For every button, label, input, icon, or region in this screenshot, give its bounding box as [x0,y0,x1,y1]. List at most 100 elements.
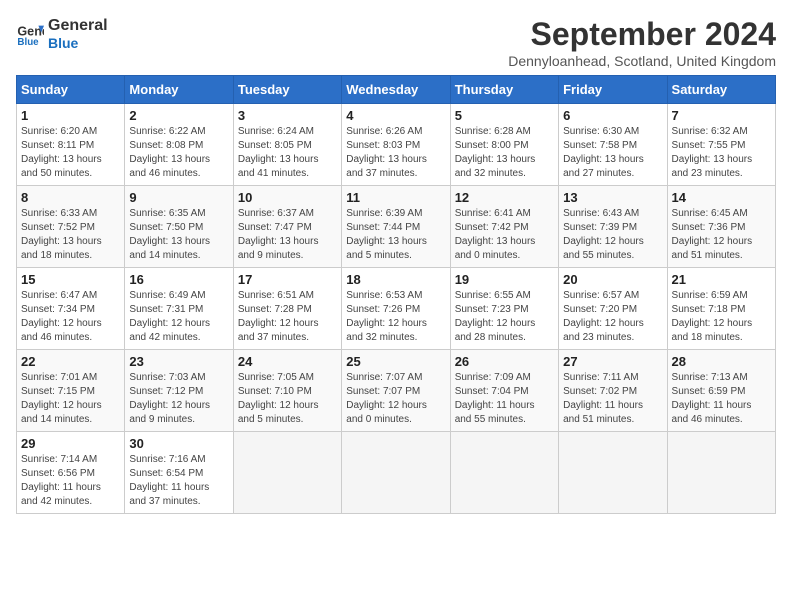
day-number: 9 [129,190,228,205]
calendar-week-row: 8 Sunrise: 6:33 AM Sunset: 7:52 PM Daylig… [17,186,776,268]
day-info: Sunrise: 7:16 AM Sunset: 6:54 PM Dayligh… [129,453,228,509]
col-header-tuesday: Tuesday [233,76,341,104]
calendar-cell: 19Sunrise: 6:55 AM Sunset: 7:23 PM Dayli… [450,268,558,350]
subtitle: Dennyloanhead, Scotland, United Kingdom [508,53,776,69]
day-number: 27 [563,354,662,369]
day-info: Sunrise: 6:26 AM Sunset: 8:03 PM Dayligh… [346,125,445,181]
calendar-cell: 18 Sunrise: 6:53 AM Sunset: 7:26 PM Dayli… [342,268,450,350]
day-number: 4 [346,108,445,123]
calendar-cell: 9 Sunrise: 6:35 AM Sunset: 7:50 PM Daylig… [125,186,233,268]
day-number: 28 [672,354,771,369]
calendar-cell: 8 Sunrise: 6:33 AM Sunset: 7:52 PM Daylig… [17,186,125,268]
calendar-cell: 1Sunrise: 6:20 AM Sunset: 8:11 PM Daylig… [17,104,125,186]
day-info: Sunrise: 6:43 AM Sunset: 7:39 PM Dayligh… [563,207,662,263]
calendar-week-row: 1Sunrise: 6:20 AM Sunset: 8:11 PM Daylig… [17,104,776,186]
day-info: Sunrise: 6:55 AM Sunset: 7:23 PM Dayligh… [455,289,554,345]
day-number: 22 [21,354,120,369]
day-info: Sunrise: 6:51 AM Sunset: 7:28 PM Dayligh… [238,289,337,345]
calendar-cell: 20 Sunrise: 6:57 AM Sunset: 7:20 PM Dayli… [559,268,667,350]
calendar-cell: 24Sunrise: 7:05 AM Sunset: 7:10 PM Dayli… [233,350,341,432]
calendar-cell: 21 Sunrise: 6:59 AM Sunset: 7:18 PM Dayli… [667,268,775,350]
day-info: Sunrise: 7:14 AM Sunset: 6:56 PM Dayligh… [21,453,120,509]
svg-text:Blue: Blue [17,37,39,48]
day-number: 30 [129,436,228,451]
day-number: 29 [21,436,120,451]
calendar-cell: 30 Sunrise: 7:16 AM Sunset: 6:54 PM Dayli… [125,432,233,514]
day-info: Sunrise: 6:30 AM Sunset: 7:58 PM Dayligh… [563,125,662,181]
calendar-cell: 7 Sunrise: 6:32 AM Sunset: 7:55 PM Daylig… [667,104,775,186]
calendar-cell: 25Sunrise: 7:07 AM Sunset: 7:07 PM Dayli… [342,350,450,432]
col-header-monday: Monday [125,76,233,104]
day-info: Sunrise: 6:37 AM Sunset: 7:47 PM Dayligh… [238,207,337,263]
title-block: September 2024 Dennyloanhead, Scotland, … [508,16,776,69]
day-number: 11 [346,190,445,205]
calendar-cell: 10Sunrise: 6:37 AM Sunset: 7:47 PM Dayli… [233,186,341,268]
day-info: Sunrise: 6:32 AM Sunset: 7:55 PM Dayligh… [672,125,771,181]
calendar-cell: 29 Sunrise: 7:14 AM Sunset: 6:56 PM Dayli… [17,432,125,514]
day-number: 23 [129,354,228,369]
logo-general: General [48,16,108,35]
logo-blue: Blue [48,35,108,52]
calendar-cell: 5 Sunrise: 6:28 AM Sunset: 8:00 PM Daylig… [450,104,558,186]
day-number: 15 [21,272,120,287]
day-info: Sunrise: 7:11 AM Sunset: 7:02 PM Dayligh… [563,371,662,427]
calendar-cell: 2Sunrise: 6:22 AM Sunset: 8:08 PM Daylig… [125,104,233,186]
col-header-sunday: Sunday [17,76,125,104]
col-header-friday: Friday [559,76,667,104]
day-number: 13 [563,190,662,205]
calendar-cell: 12 Sunrise: 6:41 AM Sunset: 7:42 PM Dayli… [450,186,558,268]
calendar-cell: 22Sunrise: 7:01 AM Sunset: 7:15 PM Dayli… [17,350,125,432]
day-info: Sunrise: 6:45 AM Sunset: 7:36 PM Dayligh… [672,207,771,263]
day-info: Sunrise: 6:57 AM Sunset: 7:20 PM Dayligh… [563,289,662,345]
logo: General Blue General Blue [16,16,108,52]
day-info: Sunrise: 6:49 AM Sunset: 7:31 PM Dayligh… [129,289,228,345]
calendar-cell: 27 Sunrise: 7:11 AM Sunset: 7:02 PM Dayli… [559,350,667,432]
calendar-cell [559,432,667,514]
day-info: Sunrise: 6:59 AM Sunset: 7:18 PM Dayligh… [672,289,771,345]
day-info: Sunrise: 6:33 AM Sunset: 7:52 PM Dayligh… [21,207,120,263]
day-number: 3 [238,108,337,123]
day-number: 18 [346,272,445,287]
calendar-cell [233,432,341,514]
calendar-cell: 17 Sunrise: 6:51 AM Sunset: 7:28 PM Dayli… [233,268,341,350]
col-header-wednesday: Wednesday [342,76,450,104]
day-info: Sunrise: 6:35 AM Sunset: 7:50 PM Dayligh… [129,207,228,263]
day-number: 25 [346,354,445,369]
calendar-cell: 23 Sunrise: 7:03 AM Sunset: 7:12 PM Dayli… [125,350,233,432]
col-header-saturday: Saturday [667,76,775,104]
calendar-cell: 28 Sunrise: 7:13 AM Sunset: 6:59 PM Dayli… [667,350,775,432]
day-info: Sunrise: 6:28 AM Sunset: 8:00 PM Dayligh… [455,125,554,181]
day-number: 20 [563,272,662,287]
calendar-cell: 11Sunrise: 6:39 AM Sunset: 7:44 PM Dayli… [342,186,450,268]
day-info: Sunrise: 6:20 AM Sunset: 8:11 PM Dayligh… [21,125,120,181]
calendar-table: SundayMondayTuesdayWednesdayThursdayFrid… [16,75,776,514]
day-number: 12 [455,190,554,205]
col-header-thursday: Thursday [450,76,558,104]
calendar-cell [342,432,450,514]
day-info: Sunrise: 6:24 AM Sunset: 8:05 PM Dayligh… [238,125,337,181]
calendar-cell: 6Sunrise: 6:30 AM Sunset: 7:58 PM Daylig… [559,104,667,186]
day-number: 26 [455,354,554,369]
header: General Blue General Blue September 2024… [16,16,776,69]
day-info: Sunrise: 6:47 AM Sunset: 7:34 PM Dayligh… [21,289,120,345]
day-number: 5 [455,108,554,123]
day-info: Sunrise: 7:03 AM Sunset: 7:12 PM Dayligh… [129,371,228,427]
day-number: 8 [21,190,120,205]
day-info: Sunrise: 6:41 AM Sunset: 7:42 PM Dayligh… [455,207,554,263]
calendar-cell: 16 Sunrise: 6:49 AM Sunset: 7:31 PM Dayli… [125,268,233,350]
calendar-cell: 13 Sunrise: 6:43 AM Sunset: 7:39 PM Dayli… [559,186,667,268]
calendar-header-row: SundayMondayTuesdayWednesdayThursdayFrid… [17,76,776,104]
day-number: 14 [672,190,771,205]
day-number: 24 [238,354,337,369]
day-number: 17 [238,272,337,287]
calendar-week-row: 22Sunrise: 7:01 AM Sunset: 7:15 PM Dayli… [17,350,776,432]
calendar-cell [450,432,558,514]
day-info: Sunrise: 7:13 AM Sunset: 6:59 PM Dayligh… [672,371,771,427]
day-number: 21 [672,272,771,287]
day-number: 7 [672,108,771,123]
calendar-cell: 4 Sunrise: 6:26 AM Sunset: 8:03 PM Daylig… [342,104,450,186]
month-title: September 2024 [508,16,776,53]
day-number: 16 [129,272,228,287]
day-number: 2 [129,108,228,123]
day-info: Sunrise: 6:53 AM Sunset: 7:26 PM Dayligh… [346,289,445,345]
